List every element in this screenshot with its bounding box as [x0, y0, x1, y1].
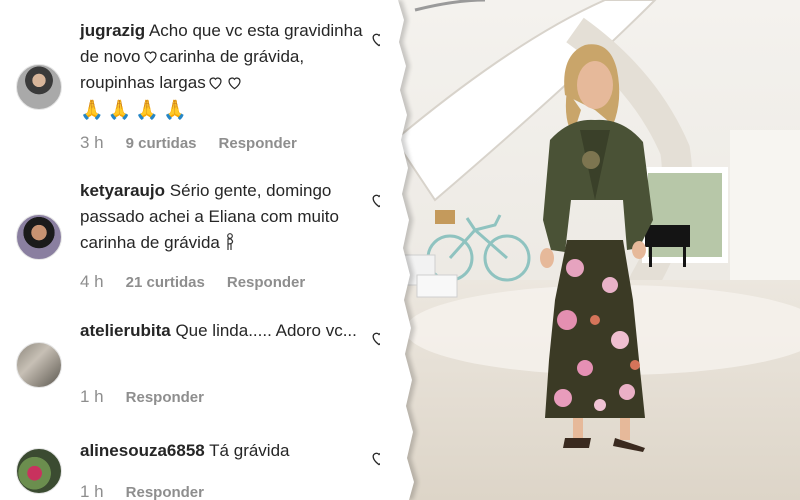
photo-woman-in-floral-skirt [395, 0, 800, 500]
like-heart-icon[interactable] [370, 450, 388, 466]
praying-hands-emoji: 🙏🙏🙏🙏 [80, 100, 191, 121]
avatar[interactable] [16, 342, 62, 388]
like-heart-icon[interactable] [370, 192, 388, 208]
comment-username[interactable]: jugrazig [80, 21, 145, 40]
reply-button[interactable]: Responder [219, 135, 297, 152]
comment-text: atelierubita Que linda..... Adoro vc... [80, 318, 365, 344]
comment-likes[interactable]: 9 curtidas [126, 135, 197, 152]
comment-meta: 3 h 9 curtidas Responder [80, 133, 297, 153]
comment-text: alinesouza6858 Tá grávida [80, 438, 365, 464]
comment-username[interactable]: alinesouza6858 [80, 441, 205, 460]
like-heart-icon[interactable] [370, 31, 388, 47]
comment-time[interactable]: 3 h [80, 133, 104, 153]
comment-time[interactable]: 1 h [80, 387, 104, 407]
comment-meta: 1 h Responder [80, 482, 204, 500]
comment-username[interactable]: atelierubita [80, 321, 171, 340]
comment-time[interactable]: 1 h [80, 482, 104, 500]
comment-body: Que linda..... Adoro vc... [175, 321, 357, 340]
comment-username[interactable]: ketyaraujo [80, 181, 165, 200]
comment-meta: 4 h 21 curtidas Responder [80, 272, 305, 292]
reply-button[interactable]: Responder [227, 274, 305, 291]
comment-meta: 1 h Responder [80, 387, 204, 407]
piano [645, 225, 690, 247]
comment-likes[interactable]: 21 curtidas [126, 274, 205, 291]
reply-button[interactable]: Responder [126, 389, 204, 406]
pregnant-woman-emoji [226, 233, 234, 250]
avatar[interactable] [16, 64, 62, 110]
comments-panel: jugrazig Acho que vc esta gravidinha de … [0, 0, 412, 500]
comment-text: ketyaraujo Sério gente, domingo passado … [80, 178, 365, 256]
avatar[interactable] [16, 214, 62, 260]
heart-emoji-icon [143, 51, 157, 64]
like-heart-icon[interactable] [370, 330, 388, 346]
comment-time[interactable]: 4 h [80, 272, 104, 292]
avatar[interactable] [16, 448, 62, 494]
heart-emoji-icon [209, 77, 222, 90]
comment-text: jugrazig Acho que vc esta gravidinha de … [80, 18, 365, 124]
reply-button[interactable]: Responder [126, 484, 204, 500]
heart-emoji-icon [228, 77, 241, 90]
bicycle-basket [435, 210, 455, 224]
comment-body: Tá grávida [209, 441, 290, 460]
